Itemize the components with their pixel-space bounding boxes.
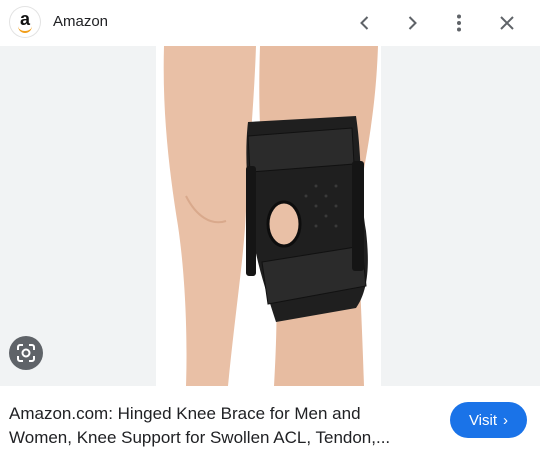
image-preview-area bbox=[0, 46, 540, 386]
result-title[interactable]: Amazon.com: Hinged Knee Brace for Men an… bbox=[9, 402, 429, 450]
result-title-line-1: Amazon.com: Hinged Knee Brace for Men an… bbox=[9, 404, 361, 423]
more-vert-icon bbox=[457, 14, 461, 32]
lens-icon bbox=[17, 344, 35, 362]
chevron-left-icon bbox=[360, 16, 369, 30]
chevron-right-small-icon: › bbox=[503, 411, 509, 429]
viewer-header: a Amazon bbox=[0, 0, 540, 46]
visit-button[interactable]: Visit › bbox=[450, 402, 527, 438]
source-name[interactable]: Amazon bbox=[53, 13, 108, 30]
google-lens-button[interactable] bbox=[9, 336, 43, 370]
knee-brace-illustration bbox=[163, 46, 378, 386]
result-title-line-2: Women, Knee Support for Swollen ACL, Ten… bbox=[9, 428, 391, 447]
close-icon bbox=[500, 16, 514, 30]
product-image[interactable] bbox=[156, 46, 381, 386]
more-options-button[interactable] bbox=[445, 9, 473, 37]
next-button[interactable] bbox=[398, 9, 426, 37]
amazon-smile-icon bbox=[18, 26, 32, 33]
amazon-logo[interactable]: a bbox=[10, 7, 40, 37]
previous-button[interactable] bbox=[351, 9, 379, 37]
chevron-right-icon bbox=[408, 16, 417, 30]
close-button[interactable] bbox=[493, 9, 521, 37]
visit-label: Visit bbox=[468, 411, 498, 429]
